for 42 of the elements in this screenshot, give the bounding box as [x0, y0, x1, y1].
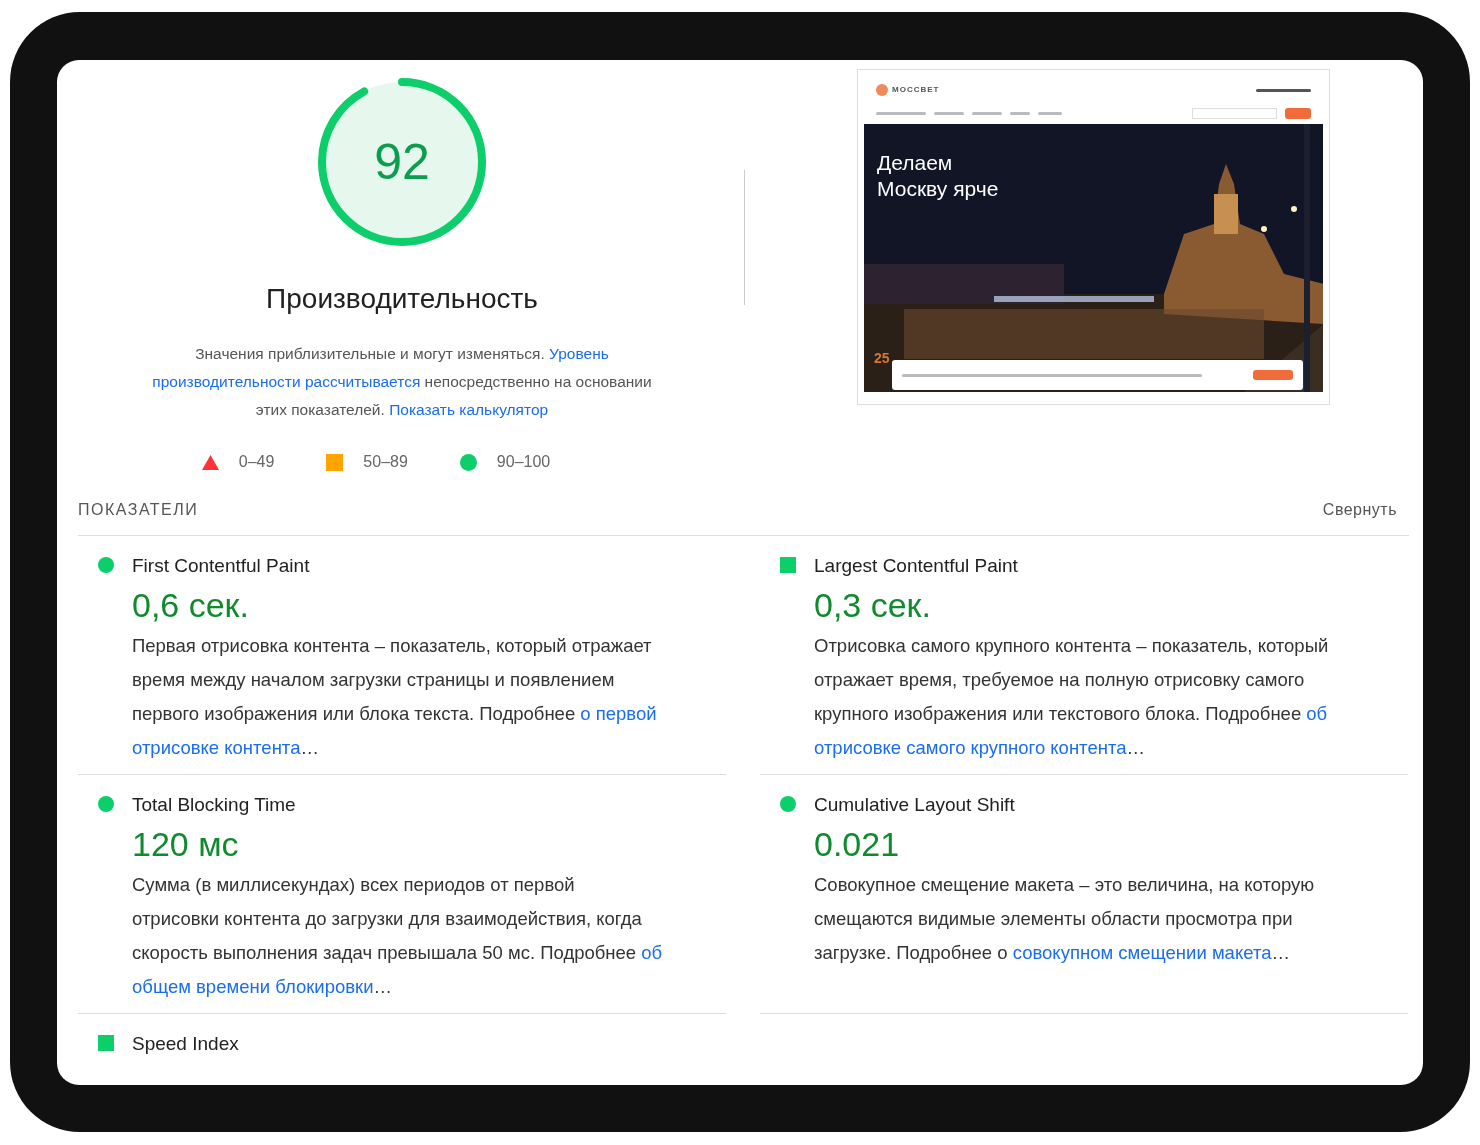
link[interactable]: Уровень: [549, 345, 609, 362]
link[interactable]: Показать калькулятор: [389, 401, 549, 418]
link[interactable]: о первой: [580, 702, 657, 724]
legend-label: 90–100: [496, 452, 551, 472]
metric-title: Total Blocking Time: [132, 793, 297, 817]
contact-text-lines: [1256, 88, 1311, 92]
link[interactable]: отрисовке контента: [132, 736, 301, 758]
metric-title: Largest Contentful Paint: [814, 554, 1019, 578]
nav-item-line: [972, 112, 1002, 115]
hero-headline: Делаем: [877, 150, 954, 176]
link[interactable]: производительности рассчитывается: [152, 373, 421, 390]
metric-value: 120 мс: [132, 823, 240, 865]
score-description: Значения приблизительные и могут изменяться. Уровень производительности рассчитывается непосредственно на основании этих показателей. Показать калькулятор: [152, 344, 652, 420]
metric-value: 0,6 сек.: [132, 584, 250, 626]
score-value: 92: [374, 132, 430, 192]
site-logo: МОССВЕТ: [892, 84, 940, 96]
collapse-toggle[interactable]: Свернуть: [1322, 498, 1409, 522]
link[interactable]: общем времени блокировки: [132, 975, 374, 997]
metric-description: Первая отрисовка контента – показатель, который отражает время между началом загрузки страницы и появлением первого изображения или блока текста. Подробнее о первой отрисовке контента…: [132, 633, 657, 760]
hero-headline: Москву ярче: [877, 176, 999, 202]
legend-label: 0–49: [238, 452, 275, 472]
metric-value: 0,3 сек.: [814, 584, 932, 626]
nav-item-line: [934, 112, 964, 115]
metric-title: Speed Index: [132, 1032, 239, 1056]
nav-item-line: [1038, 112, 1062, 115]
metric-description: Совокупное смещение макета – это величина, на которую смещаются видимые элементы области просмотра при загрузке. Подробнее о совокупном смещении макета…: [814, 872, 1315, 965]
metric-value: 0.021: [814, 823, 901, 865]
section-title: ПОКАЗАТЕЛИ: [78, 500, 199, 520]
link[interactable]: совокупном смещении макета: [1012, 941, 1272, 963]
metric-title: Cumulative Layout Shift: [814, 793, 1016, 817]
hero-number: 25: [874, 349, 890, 368]
nav-item-line: [876, 112, 926, 115]
link[interactable]: отрисовке самого крупного контента: [814, 736, 1127, 758]
nav-item-line: [1010, 112, 1030, 115]
metric-description: Сумма (в миллисекундах) всех периодов от первой отрисовки контента до загрузки для взаимодействия, когда скорость выполнения задач превышала 50 мс. Подробнее об общем времени блокировки…: [132, 872, 663, 999]
metric-description: Отрисовка самого крупного контента – показатель, который отражает время, требуемое на полную отрисовку самого крупного изображения или текстового блока. Подробнее об отрисовке самого крупного контента…: [814, 633, 1329, 760]
link[interactable]: об: [641, 941, 663, 963]
metric-title: First Contentful Paint: [132, 554, 311, 578]
legend-label: 50–89: [363, 452, 408, 472]
category-title: Производительность: [266, 282, 538, 316]
link[interactable]: об: [1306, 702, 1328, 724]
logo-icon: [876, 84, 888, 96]
